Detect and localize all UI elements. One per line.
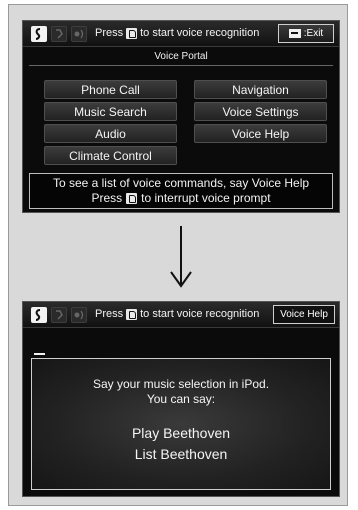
- voice-recognition-prompt: Press to start voice recognition: [95, 27, 259, 39]
- prompt-prefix: Press: [95, 27, 124, 39]
- example-command: Play Beethoven: [131, 425, 231, 441]
- exit-label: :Exit: [303, 28, 324, 39]
- talk-icon: [31, 26, 47, 42]
- prompt-suffix: to start voice recognition: [140, 27, 260, 39]
- menu-item-voice-settings[interactable]: Voice Settings: [194, 102, 327, 121]
- menu-item-music-search[interactable]: Music Search: [44, 102, 177, 121]
- talk-button-icon: [126, 193, 138, 204]
- example-command: List Beethoven: [134, 446, 228, 462]
- prompt-suffix: to start voice recognition: [140, 308, 260, 320]
- voice-level-icon: [71, 26, 87, 42]
- menu-item-climate-control[interactable]: Climate Control: [44, 146, 177, 165]
- menu-item-audio[interactable]: Audio: [44, 124, 177, 143]
- prompt-prefix: Press: [95, 308, 124, 320]
- exit-button[interactable]: :Exit: [278, 24, 334, 43]
- talk-icon: [31, 307, 47, 323]
- menu-item-navigation[interactable]: Navigation: [194, 80, 327, 99]
- divider: [29, 65, 333, 66]
- hint-box: To see a list of voice commands, say Voi…: [29, 173, 333, 209]
- menu-item-voice-help[interactable]: Voice Help: [194, 124, 327, 143]
- down-arrow-icon: [170, 226, 192, 288]
- hint-prefix: Press: [91, 191, 123, 205]
- voice-recognition-prompt: Press to start voice recognition: [95, 308, 259, 320]
- voice-portal-screen: Press to start voice recognition :Exit V…: [22, 20, 340, 213]
- voice-icon: [51, 26, 67, 42]
- voice-help-button[interactable]: Voice Help: [273, 305, 335, 324]
- back-icon: [288, 29, 301, 38]
- status-bar: Press to start voice recognition :Exit: [23, 21, 339, 47]
- music-search-screen: Press to start voice recognition Voice H…: [22, 301, 340, 497]
- portal-title: Voice Portal: [154, 51, 208, 62]
- menu-item-phone-call[interactable]: Phone Call: [44, 80, 177, 99]
- talk-button-icon: [126, 308, 138, 320]
- input-cursor: [34, 353, 45, 355]
- voice-level-icon: [71, 307, 87, 323]
- hint-line-2: Press to interrupt voice prompt: [30, 191, 332, 206]
- talk-button-icon: [126, 27, 138, 39]
- status-bar: Press to start voice recognition Voice H…: [23, 302, 339, 328]
- hint-suffix: to interrupt voice prompt: [141, 191, 271, 205]
- voice-prompt-message: Say your music selection in iPod. You ca…: [31, 358, 331, 490]
- message-line-1: Say your music selection in iPod.: [92, 377, 270, 391]
- message-line-2: You can say:: [146, 392, 216, 406]
- hint-line-1: To see a list of voice commands, say Voi…: [52, 176, 310, 190]
- voice-icon: [51, 307, 67, 323]
